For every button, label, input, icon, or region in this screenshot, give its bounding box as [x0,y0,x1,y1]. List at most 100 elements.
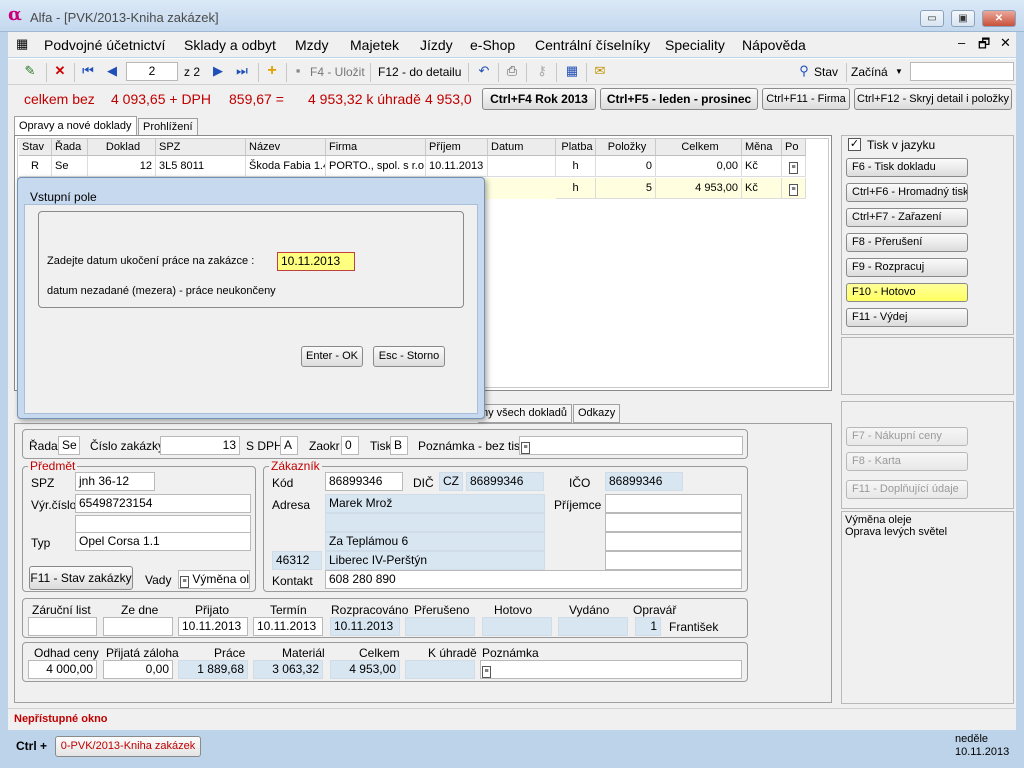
vyrobni-cislo-field[interactable]: 65498723154 [75,494,251,513]
menu-item-majetek[interactable]: Majetek [350,37,399,53]
storno-button[interactable]: Esc - Storno [373,346,445,367]
menu-item-ucetnictvi[interactable]: Podvojné účetnictví [44,37,165,53]
nakupni-ceny-button[interactable]: F7 - Nákupní ceny [846,427,968,446]
next-record-icon[interactable]: ▶ [210,63,226,79]
notes-box[interactable]: Výměna oleje Oprava levých světel [841,511,1014,704]
poznamka-field[interactable]: ≡ [519,436,743,455]
chevron-down-icon[interactable]: ▼ [895,63,903,81]
grid-header-mena[interactable]: Měna [742,139,782,156]
taskbar-item-kniha-zakazek[interactable]: 0-PVK/2013-Kniha zakázek [55,736,201,757]
mail-icon[interactable]: ✉ [592,63,608,79]
menu-item-jizdy[interactable]: Jízdy [420,37,453,53]
rozpracuj-button[interactable]: F9 - Rozpracuj [846,258,968,277]
hotovo-button[interactable]: F10 - Hotovo [846,283,968,302]
grid-header-polozky[interactable]: Položky [596,139,656,156]
calculator-icon[interactable]: ▦ [564,63,580,79]
mdi-restore-button[interactable]: 🗗 [978,35,990,57]
search-mode-dropdown[interactable]: Začíná [851,63,888,81]
mdi-minimize-button[interactable]: – [958,35,965,50]
menu-item-sklady[interactable]: Sklady a odbyt [184,37,276,53]
save-icon[interactable]: ▪ [290,63,306,79]
restore-button[interactable]: ▣ [951,10,975,27]
period-button[interactable]: Ctrl+F5 - leden - prosinec [600,88,758,110]
delete-icon[interactable]: ✕ [52,63,68,79]
tisk-field[interactable]: B [390,436,408,455]
tab-odkazy[interactable]: Odkazy [573,404,621,423]
kontakt-field[interactable]: 608 280 890 [325,570,742,589]
stav-zakazky-button[interactable]: F11 - Stav zakázky [29,566,133,590]
karta-button[interactable]: F8 - Karta [846,452,968,471]
grid-header-spz[interactable]: SPZ [156,139,246,156]
grid-header-nazev[interactable]: Název [246,139,326,156]
typ-field[interactable]: Opel Corsa 1.1 [75,532,251,551]
grid-header-datum[interactable]: Datum [488,139,556,156]
cislo-zakazky-field[interactable]: 13 [160,436,240,455]
save-button[interactable]: F4 - Uložit [310,63,365,81]
binoculars-icon[interactable]: ⚲ [796,63,812,79]
menu-item-eshop[interactable]: e-Shop [470,37,515,53]
prijato-field[interactable]: 10.11.2013 [178,617,248,636]
tab-opravy[interactable]: Opravy a nové doklady [14,116,137,136]
hide-detail-button[interactable]: Ctrl+F12 - Skryj detail i položky [854,88,1012,110]
grid-header-doklad[interactable]: Doklad [88,139,156,156]
print-icon[interactable]: ⎙ [504,63,520,79]
ok-button[interactable]: Enter - OK [301,346,363,367]
close-button[interactable]: ✕ [982,10,1016,27]
undo-icon[interactable]: ↶ [476,63,492,79]
termin-field[interactable]: 10.11.2013 [253,617,323,636]
add-icon[interactable]: + [264,63,280,79]
grid-header-poznamka[interactable]: Po [782,139,806,156]
ze-dne-field[interactable] [103,617,173,636]
rada-field[interactable]: Se [58,436,80,455]
zaloha-field[interactable]: 0,00 [103,660,173,679]
minimize-button[interactable]: ▭ [920,10,944,27]
grid-header-celkem[interactable]: Celkem [656,139,742,156]
prijemce-field-1[interactable] [605,494,742,513]
note-icon[interactable]: ≡ [789,162,798,174]
grid-header-platba[interactable]: Platba [556,139,596,156]
search-input[interactable] [910,62,1014,81]
stav-label[interactable]: Stav [814,63,838,81]
tisk-dokladu-button[interactable]: F6 - Tisk dokladu [846,158,968,177]
zarazeni-button[interactable]: Ctrl+F7 - Zařazení [846,208,968,227]
zarucni-list-field[interactable] [28,617,97,636]
last-record-icon[interactable]: ⏭ [234,63,250,79]
sdph-field[interactable]: A [280,436,298,455]
prijemce-field-3[interactable] [605,532,742,551]
zaokr-field[interactable]: 0 [341,436,359,455]
page-number-input[interactable]: 2 [126,62,178,81]
prijemce-field-4[interactable] [605,551,742,570]
tab-prohlizeni[interactable]: Prohlížení [138,118,198,136]
menu-item-mzdy[interactable]: Mzdy [295,37,328,53]
preruseni-button[interactable]: F8 - Přerušení [846,233,968,252]
prijemce-field-2[interactable] [605,513,742,532]
vady-field[interactable]: ≡ Výměna ole [178,570,250,589]
first-record-icon[interactable]: ⏮ [80,63,96,79]
firma-button[interactable]: Ctrl+F11 - Firma [762,88,850,110]
hromadny-tisk-button[interactable]: Ctrl+F6 - Hromadný tisk [846,183,968,202]
grid-header-rada[interactable]: Řada [52,139,88,156]
totals-poznamka-field[interactable]: ≡ [480,660,742,679]
previous-record-icon[interactable]: ◀ [104,63,120,79]
odhad-ceny-field[interactable]: 4 000,00 [28,660,97,679]
grid-header-prijem[interactable]: Příjem [426,139,488,156]
edit-icon[interactable]: ✎ [22,63,38,79]
kod-field[interactable]: 86899346 [325,472,403,491]
vydej-button[interactable]: F11 - Výdej [846,308,968,327]
grid-header-firma[interactable]: Firma [326,139,426,156]
menu-item-ciselniky[interactable]: Centrální číselníky [535,37,650,53]
mdi-close-button[interactable]: ✕ [1000,35,1011,51]
year-button[interactable]: Ctrl+F4 Rok 2013 [482,88,596,110]
menu-item-speciality[interactable]: Speciality [665,37,725,53]
doplnujici-udaje-button[interactable]: F11 - Doplňující údaje [846,480,968,499]
grid-header-stav[interactable]: Stav [19,139,52,156]
tisk-jazyk-checkbox[interactable]: ✓ [848,138,861,151]
note-icon[interactable]: ≡ [789,184,798,196]
spz-field[interactable]: jnh 36-12 [75,472,155,491]
menu-item-napoveda[interactable]: Nápověda [742,37,806,53]
app-menu-icon[interactable]: ▦ [16,36,28,52]
tab-vsech-dokladu[interactable]: ny všech dokladů [478,404,572,423]
detail-button[interactable]: F12 - do detailu [378,63,461,81]
date-input[interactable]: 10.11.2013 [277,252,355,271]
key-icon[interactable]: ⚷ [534,63,550,79]
